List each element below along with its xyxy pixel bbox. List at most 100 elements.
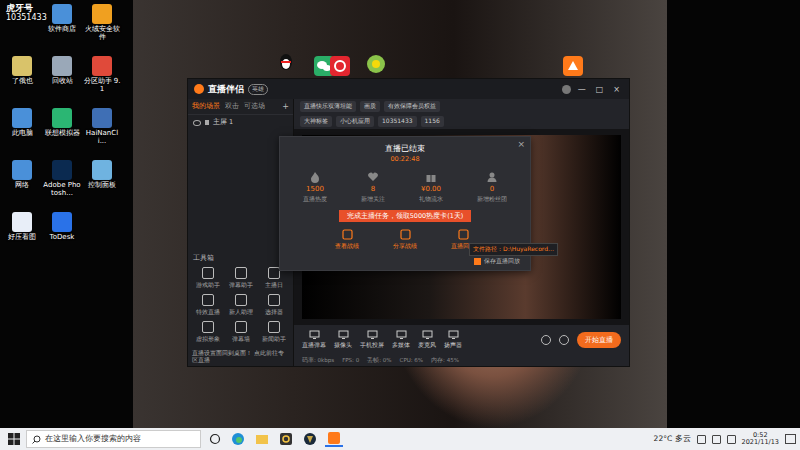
save-replay-checkbox[interactable]: 保存直播回放: [474, 257, 520, 266]
bottom-tool[interactable]: 麦克风: [418, 330, 436, 350]
dialog-action[interactable]: 查看战绩: [335, 229, 359, 251]
netease-music-icon[interactable]: [330, 56, 350, 76]
watermark-id: 10351433: [6, 13, 47, 22]
bottom-tool[interactable]: 直播弹幕: [302, 330, 326, 350]
tool-icon: [422, 330, 433, 340]
desktop-icon[interactable]: 网络: [2, 160, 42, 210]
scene-tab[interactable]: 我的场景: [192, 102, 220, 111]
app-icon[interactable]: [366, 54, 386, 74]
checkbox[interactable]: [474, 258, 481, 265]
qq-icon[interactable]: [276, 52, 296, 72]
close-button[interactable]: ×: [517, 139, 525, 149]
notice[interactable]: 直播设置面回到桌面！ 点此前往专区直播: [188, 346, 293, 366]
gift-icon: [425, 171, 437, 183]
desktop-icon[interactable]: HaiNanCli...: [82, 108, 122, 158]
scene-tab[interactable]: 可选场: [244, 102, 265, 111]
network-icon[interactable]: [712, 435, 721, 444]
desktop-icons: 软件商店火绒安全软件了俄也回收站分区助手 9.1 此电脑联想模拟器HaiNanCl…: [2, 4, 122, 262]
folder-icon[interactable]: [253, 432, 271, 446]
tool-item[interactable]: 新人助理: [224, 294, 257, 317]
add-scene-button[interactable]: +: [282, 102, 289, 111]
desktop-icon[interactable]: 火绒安全软件: [82, 4, 122, 54]
tool-icon: [268, 294, 280, 306]
record-icon[interactable]: [559, 335, 569, 345]
status-item: 丢帧: 0%: [367, 357, 391, 364]
scene-tabs: 我的场景双击可选场 +: [188, 99, 293, 115]
clock[interactable]: 0:522021/11/13: [742, 432, 779, 447]
eye-icon[interactable]: [193, 120, 201, 126]
header-chip[interactable]: 有效保障会员权益: [384, 101, 440, 112]
dialog-action[interactable]: 分享战绩: [393, 229, 417, 251]
action-icon: [342, 229, 353, 240]
tool-item[interactable]: 弹幕墙: [224, 321, 257, 344]
header-chip[interactable]: 直播快乐双薄坦能: [300, 101, 356, 112]
bottom-tool[interactable]: 扬声器: [444, 330, 462, 350]
header-chip[interactable]: 1156: [421, 116, 444, 127]
scene-tab[interactable]: 双击: [225, 102, 239, 111]
search-box[interactable]: 在这里输入你要搜索的内容: [26, 430, 201, 448]
app-icon[interactable]: [325, 431, 343, 447]
desktop-icon[interactable]: 此电脑: [2, 108, 42, 158]
desktop-icon[interactable]: 分区助手 9.1: [82, 56, 122, 106]
volume-icon[interactable]: [727, 435, 736, 444]
header-chip[interactable]: 小心机应用: [336, 116, 374, 127]
header-chip[interactable]: 大神标签: [300, 116, 332, 127]
header-chips: 直播快乐双薄坦能画质有效保障会员权益: [294, 99, 629, 114]
tool-icon: [268, 267, 280, 279]
desktop-icon-label: HaiNanCli...: [82, 130, 122, 145]
lock-icon[interactable]: [205, 120, 209, 125]
duration: 00:22:48: [390, 155, 419, 163]
avatar-icon[interactable]: [562, 85, 571, 94]
desktop-icon[interactable]: 软件商店: [42, 4, 82, 54]
header-chip[interactable]: 10351433: [378, 116, 417, 127]
app-icon: [92, 4, 112, 24]
edge-icon[interactable]: [229, 432, 247, 446]
app-icon: [12, 212, 32, 232]
start-live-button[interactable]: 开始直播: [577, 332, 621, 348]
desktop-icon-label: 火绒安全软件: [82, 26, 122, 41]
windows-icon[interactable]: [8, 433, 20, 445]
desktop-icon[interactable]: 控制面板: [82, 160, 122, 210]
stat-item: 1500直播热度: [303, 171, 327, 204]
desktop-icon[interactable]: Adobe Photosh...: [42, 160, 82, 210]
scene-item[interactable]: 主屏 1: [188, 115, 293, 130]
status-item: FPS: 0: [342, 357, 359, 364]
app-icon[interactable]: [277, 432, 295, 446]
window-control[interactable]: □: [593, 85, 607, 94]
bottom-tool[interactable]: 摄像头: [334, 330, 352, 350]
toolbox: 游戏助手弹幕助手主播日特效直播新人助理选择器虚拟形象弹幕墙新闻助手: [188, 265, 293, 346]
bottom-tool[interactable]: 手机投屏: [360, 330, 384, 350]
tool-item[interactable]: 弹幕助手: [224, 267, 257, 290]
task-view-icon[interactable]: [207, 433, 223, 445]
tool-item[interactable]: 游戏助手: [191, 267, 224, 290]
tool-item[interactable]: 虚拟形象: [191, 321, 224, 344]
window-control[interactable]: ×: [610, 85, 623, 94]
app-icon[interactable]: [563, 56, 583, 76]
settings-icon[interactable]: [541, 335, 551, 345]
tool-icon: [235, 294, 247, 306]
desktop-icon[interactable]: 回收站: [42, 56, 82, 106]
task-button[interactable]: 完成主播任务，领取5000热度卡(1天): [339, 210, 472, 222]
app-icon: [52, 4, 72, 24]
desktop-icon[interactable]: ToDesk: [42, 212, 82, 262]
desktop-icon-label: 分区助手 9.1: [82, 78, 122, 93]
status-item: CPU: 6%: [400, 357, 424, 364]
desktop-icon[interactable]: 了俄也: [2, 56, 42, 106]
tray-icon[interactable]: [697, 435, 706, 444]
app-icon: [52, 160, 72, 180]
weather[interactable]: 22°C 多云: [654, 434, 691, 444]
notification-icon[interactable]: [785, 434, 796, 444]
desktop-icon[interactable]: 好压看图: [2, 212, 42, 262]
window-control[interactable]: —: [575, 85, 589, 94]
bottom-tool[interactable]: 多媒体: [392, 330, 410, 350]
action-icon: [400, 229, 411, 240]
game-icon[interactable]: [301, 432, 319, 446]
tool-item[interactable]: 选择器: [257, 294, 290, 317]
tool-item[interactable]: 新闻助手: [257, 321, 290, 344]
desktop-icon-label: ToDesk: [42, 234, 82, 242]
tool-item[interactable]: 特效直播: [191, 294, 224, 317]
tool-icon: [202, 321, 214, 333]
header-chip[interactable]: 画质: [360, 101, 380, 112]
desktop-icon[interactable]: 联想模拟器: [42, 108, 82, 158]
action-icon: [458, 229, 469, 240]
